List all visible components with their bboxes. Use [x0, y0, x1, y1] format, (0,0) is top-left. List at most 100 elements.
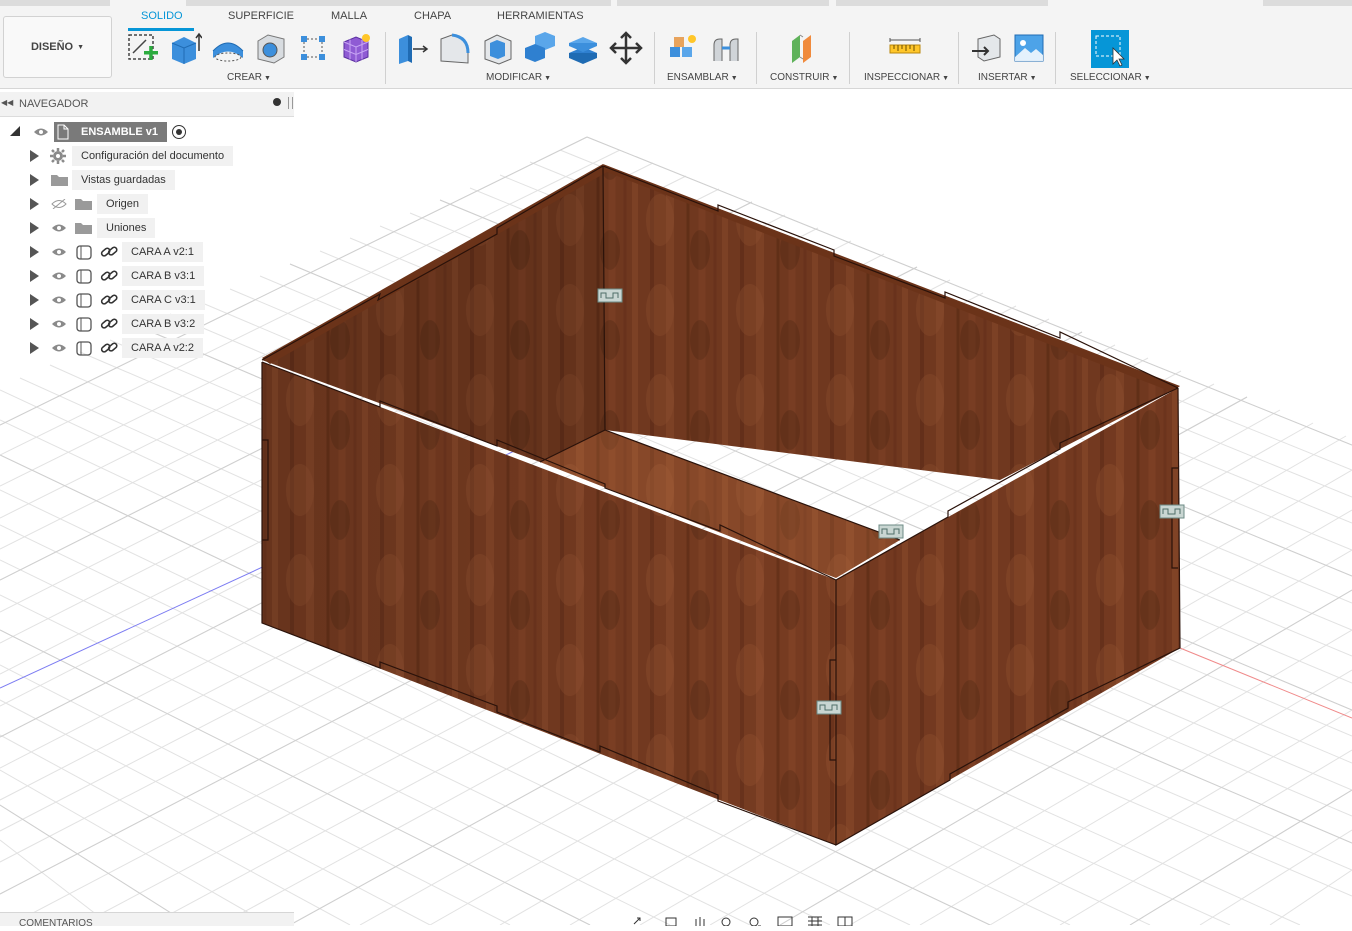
document-icon	[54, 122, 72, 142]
tab-solido[interactable]: SOLIDO	[141, 10, 183, 22]
crear-menu[interactable]: CREAR ▼	[227, 72, 271, 83]
seleccionar-menu[interactable]: SELECCIONAR ▼	[1070, 72, 1151, 83]
comments-panel[interactable]: COMENTARIOS	[0, 912, 294, 926]
expand-arrow-icon[interactable]	[30, 342, 39, 354]
chevron-down-icon: ▼	[77, 43, 85, 51]
browser-item-label[interactable]: Vistas guardadas	[72, 170, 175, 190]
tab-chapa[interactable]: CHAPA	[414, 10, 451, 22]
offset-plane-icon[interactable]	[787, 31, 821, 65]
activate-radio-icon[interactable]	[172, 125, 186, 139]
link-icon	[100, 293, 118, 307]
browser-item-saved-views[interactable]: Vistas guardadas	[0, 170, 294, 190]
workspace-label: DISEÑO	[30, 41, 74, 53]
component-icon	[76, 317, 92, 332]
browser-item-joints[interactable]: Uniones	[0, 218, 294, 238]
browser-item-component[interactable]: CARA B v3:1	[0, 266, 294, 286]
toolbar-separator	[654, 32, 655, 84]
new-component-icon[interactable]	[666, 31, 700, 65]
browser-item-component[interactable]: CARA B v3:2	[0, 314, 294, 334]
minimize-icon[interactable]	[273, 98, 281, 106]
hole-icon[interactable]	[254, 31, 288, 65]
browser-header: ◀◀ NAVEGADOR	[0, 92, 294, 117]
insert-derive-icon[interactable]	[970, 31, 1004, 65]
orbit-icon[interactable]	[633, 917, 641, 925]
expand-arrow-icon[interactable]	[30, 318, 39, 330]
measure-icon[interactable]	[888, 31, 922, 65]
toolbar-separator	[756, 32, 757, 84]
joint-marker-icon[interactable]	[878, 524, 904, 539]
browser-item-label[interactable]: Configuración del documento	[72, 146, 234, 166]
insertar-menu[interactable]: INSERTAR ▼	[978, 72, 1037, 83]
combine-icon[interactable]	[523, 31, 557, 65]
visibility-eye-icon[interactable]	[51, 319, 67, 329]
browser-item-label[interactable]: CARA A v2:2	[122, 338, 203, 358]
expand-arrow-icon[interactable]	[30, 246, 39, 258]
extrude-icon[interactable]	[168, 31, 203, 65]
hidden-eye-icon[interactable]	[51, 198, 67, 210]
expand-arrow-icon[interactable]	[30, 174, 39, 186]
browser-item-label[interactable]: CARA B v3:1	[122, 266, 205, 286]
create-sketch-icon[interactable]	[126, 31, 160, 65]
expand-arrow-icon[interactable]	[30, 270, 39, 282]
visibility-eye-icon[interactable]	[51, 223, 67, 233]
browser-item-origin[interactable]: Origen	[0, 194, 294, 214]
expand-arrow-icon[interactable]	[30, 198, 39, 210]
box-model[interactable]	[261, 164, 1185, 847]
press-pull-icon[interactable]	[396, 31, 430, 65]
canvas-image-icon[interactable]	[1012, 31, 1046, 65]
browser-item-component[interactable]: CARA A v2:1	[0, 242, 294, 262]
visibility-eye-icon[interactable]	[51, 295, 67, 305]
browser-root-node[interactable]: ENSAMBLE v1	[0, 122, 294, 142]
expand-arrow-icon[interactable]	[10, 126, 20, 136]
expand-arrow-icon[interactable]	[30, 222, 39, 234]
root-component-label[interactable]: ENSAMBLE v1	[72, 122, 168, 142]
modificar-menu[interactable]: MODIFICAR ▼	[486, 72, 551, 83]
visibility-eye-icon[interactable]	[51, 343, 67, 353]
workspace-switcher-button[interactable]: DISEÑO ▼	[3, 16, 112, 78]
panel-resize-handle[interactable]	[288, 97, 293, 109]
browser-item-label[interactable]: Origen	[97, 194, 149, 214]
visibility-eye-icon[interactable]	[51, 247, 67, 257]
browser-item-label[interactable]: CARA B v3:2	[122, 314, 205, 334]
component-icon	[76, 341, 92, 356]
shell-icon[interactable]	[481, 31, 515, 65]
expand-arrow-icon[interactable]	[30, 294, 39, 306]
browser-item-label[interactable]: CARA A v2:1	[122, 242, 203, 262]
tab-superficie[interactable]: SUPERFICIE	[228, 10, 294, 22]
inspeccionar-menu[interactable]: INSPECCIONAR ▼	[864, 72, 949, 83]
joint-marker-icon[interactable]	[816, 700, 842, 715]
joint-marker-icon[interactable]	[597, 288, 623, 303]
offset-face-icon[interactable]	[566, 31, 600, 65]
rectangular-pattern-icon[interactable]	[296, 31, 330, 65]
toolbar: DISEÑO ▼ SOLIDO SUPERFICIE MALLA CHAPA H…	[0, 0, 1352, 89]
move-icon[interactable]	[609, 31, 643, 65]
ensamblar-menu[interactable]: ENSAMBLAR ▼	[667, 72, 738, 83]
browser-item-component[interactable]: CARA C v3:1	[0, 290, 294, 310]
toolbar-separator	[958, 32, 959, 84]
browser-item-component[interactable]: CARA A v2:2	[0, 338, 294, 358]
visibility-eye-icon[interactable]	[33, 127, 49, 137]
revolve-icon[interactable]	[211, 31, 245, 65]
browser-title: NAVEGADOR	[19, 98, 89, 110]
joint-icon[interactable]	[709, 31, 743, 65]
window-select-icon[interactable]	[1091, 30, 1129, 68]
fillet-icon[interactable]	[438, 31, 472, 65]
joint-marker-icon[interactable]	[1159, 504, 1185, 519]
browser-item-document-settings[interactable]: Configuración del documento	[0, 146, 294, 166]
browser-item-label[interactable]: CARA C v3:1	[122, 290, 205, 310]
folder-icon	[75, 198, 92, 210]
tab-herramientas[interactable]: HERRAMIENTAS	[497, 10, 584, 22]
construir-menu[interactable]: CONSTRUIR ▼	[770, 72, 838, 83]
expand-arrow-icon[interactable]	[30, 150, 39, 162]
toolbar-separator	[1055, 32, 1056, 84]
link-icon	[100, 245, 118, 259]
canvas-viewport[interactable]	[0, 89, 1352, 925]
visibility-eye-icon[interactable]	[51, 271, 67, 281]
collapse-panel-icon[interactable]: ◀◀	[1, 98, 13, 107]
toolbar-separator	[849, 32, 850, 84]
browser-item-label[interactable]: Uniones	[97, 218, 156, 238]
tab-malla[interactable]: MALLA	[331, 10, 367, 22]
component-icon	[76, 269, 92, 284]
model-scene[interactable]	[0, 89, 1352, 925]
create-form-icon[interactable]	[339, 31, 373, 65]
